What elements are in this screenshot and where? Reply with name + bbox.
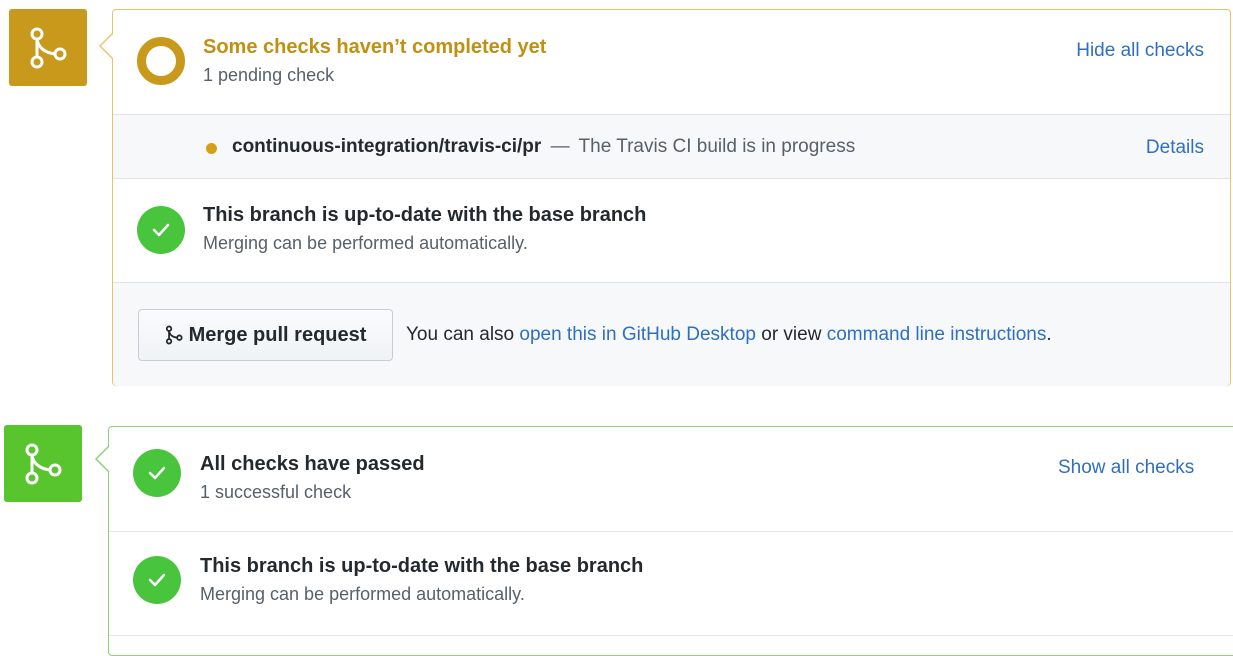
branch-status-subtitle: Merging can be performed automatically. (203, 233, 528, 253)
show-all-checks-link[interactable]: Show all checks (1058, 457, 1194, 479)
git-merge-icon (165, 325, 183, 345)
command-line-instructions-link[interactable]: command line instructions (827, 324, 1047, 345)
check-name: continuous-integration/travis-ci/pr (232, 136, 542, 157)
merge-text-suffix: . (1046, 324, 1052, 345)
git-merge-icon (25, 443, 62, 484)
merge-icon-badge-passed (4, 425, 82, 502)
check-icon (148, 573, 166, 587)
checks-status-subtitle: 1 pending check (203, 65, 335, 85)
check-separator: — (550, 136, 570, 157)
branch-success-badge (133, 556, 181, 604)
merge-alternatives-text: You can also open this in GitHub Desktop… (406, 324, 1052, 346)
checks-status-title: All checks have passed (200, 453, 425, 475)
checks-status-subtitle: 1 successful check (200, 482, 352, 502)
branch-status-title: This branch is up-to-date with the base … (200, 555, 644, 577)
merge-text-middle: or view (761, 324, 822, 345)
checks-success-badge (133, 449, 181, 497)
branch-status-subtitle: Merging can be performed automatically. (200, 584, 525, 604)
check-icon (148, 466, 166, 480)
merge-action-row: Merge pull request You can also open thi… (113, 282, 1230, 386)
git-merge-icon (30, 27, 67, 68)
check-icon (152, 223, 170, 237)
check-details-link[interactable]: Details (1146, 137, 1204, 159)
merge-status-panel-pending: Some checks haven’t completed yet 1 pend… (112, 9, 1231, 386)
merge-text-prefix: You can also (406, 324, 515, 345)
check-item: continuous-integration/travis-ci/pr — Th… (113, 114, 1230, 179)
merge-button-label: Merge pull request (188, 323, 367, 346)
open-in-desktop-link[interactable]: open this in GitHub Desktop (519, 324, 756, 345)
panel-caret-inner (101, 34, 113, 58)
pending-dot-icon (206, 143, 217, 154)
branch-status-row: This branch is up-to-date with the base … (113, 179, 1230, 282)
merge-pull-request-button[interactable]: Merge pull request (138, 309, 393, 361)
branch-status-row: This branch is up-to-date with the base … (109, 532, 1233, 636)
pending-ring-icon (137, 37, 185, 85)
hide-all-checks-link[interactable]: Hide all checks (1076, 40, 1204, 62)
checks-status-row: Some checks haven’t completed yet 1 pend… (113, 10, 1230, 114)
merge-status-panel-passed: All checks have passed 1 successful chec… (108, 426, 1233, 656)
panel-caret-inner (97, 447, 109, 471)
merge-icon-badge-pending (9, 9, 87, 86)
check-description: The Travis CI build is in progress (578, 136, 856, 157)
branch-success-badge (137, 206, 185, 254)
branch-status-title: This branch is up-to-date with the base … (203, 204, 647, 226)
checks-status-row: All checks have passed 1 successful chec… (109, 427, 1233, 532)
checks-status-title: Some checks haven’t completed yet (203, 36, 547, 58)
